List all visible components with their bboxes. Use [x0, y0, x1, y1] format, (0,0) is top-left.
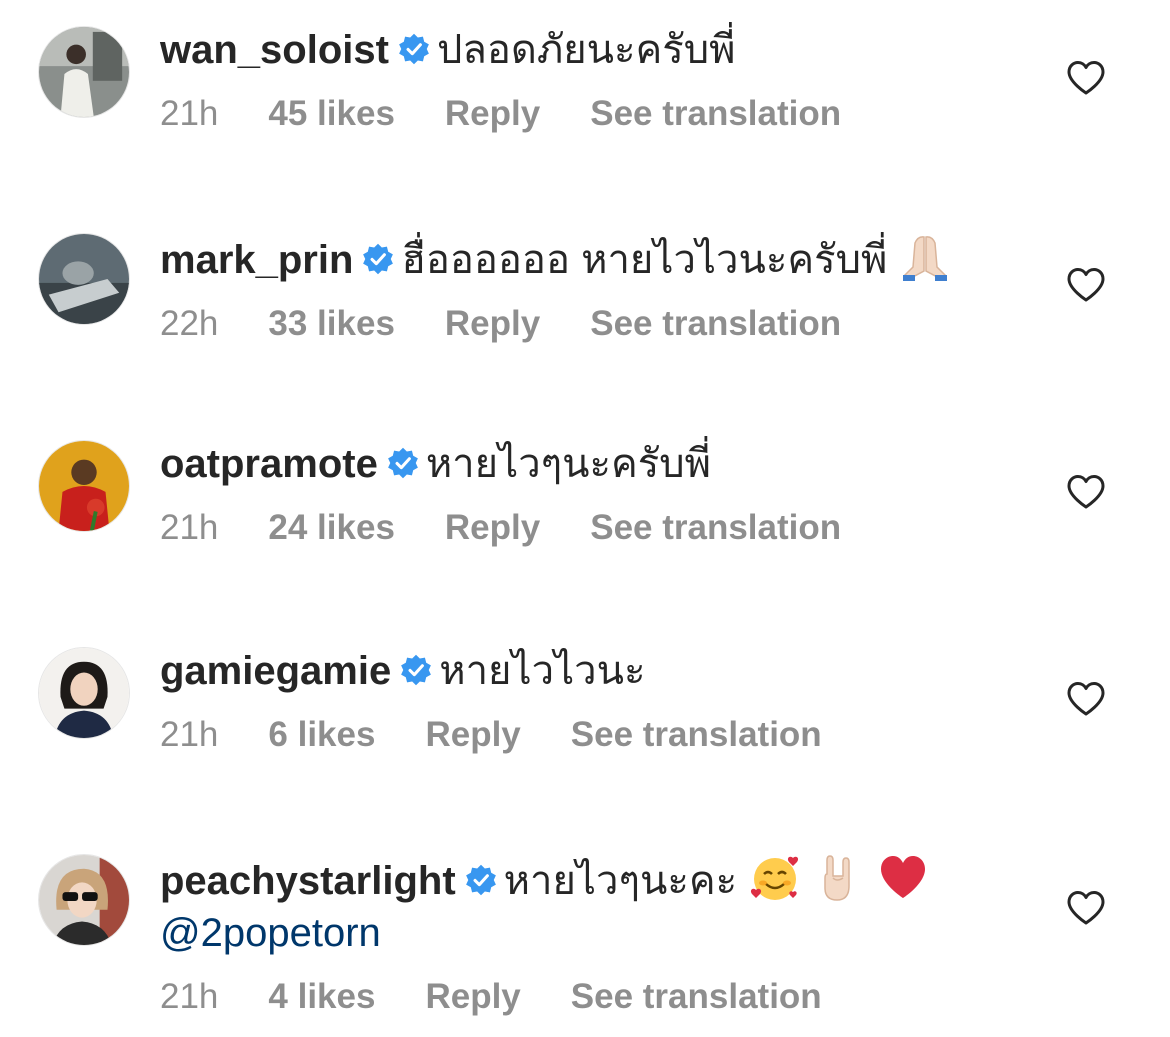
comment-content: mark_prin ฮื่ออออออ หายไวไวนะครับพี่ 22h 3… — [160, 231, 1040, 344]
avatar[interactable] — [38, 440, 130, 532]
sign-of-horns-emoji — [813, 852, 865, 904]
comment-text: ปลอดภัยนะครับพี่ — [436, 28, 736, 72]
username[interactable]: oatpramote — [160, 442, 378, 486]
avatar-image — [39, 234, 129, 324]
avatar[interactable] — [38, 854, 130, 946]
reply-button[interactable]: Reply — [425, 715, 520, 754]
comment-body: oatpramote หายไวๆนะครับพี่ — [160, 438, 1040, 490]
comment-meta: 21h 6 likes Reply See translation — [160, 715, 1040, 755]
mention-link[interactable]: @2popetorn — [160, 907, 1040, 959]
red-heart-emoji — [877, 852, 929, 904]
verified-badge-icon — [464, 863, 498, 897]
timestamp[interactable]: 21h — [160, 977, 218, 1016]
comment-text: หายไวๆนะครับพี่ — [425, 442, 711, 486]
heart-icon[interactable] — [1066, 474, 1106, 510]
timestamp[interactable]: 21h — [160, 715, 218, 754]
avatar-image — [39, 27, 129, 117]
avatar-image — [39, 855, 129, 945]
comment-body: peachystarlight หายไวๆนะคะ @2popetorn — [160, 852, 1040, 959]
reply-button[interactable]: Reply — [425, 977, 520, 1016]
see-translation-button[interactable]: See translation — [571, 977, 822, 1016]
timestamp[interactable]: 21h — [160, 508, 218, 547]
see-translation-button[interactable]: See translation — [571, 715, 822, 754]
avatar[interactable] — [38, 26, 130, 118]
reply-button[interactable]: Reply — [445, 508, 540, 547]
likes-count[interactable]: 6 likes — [268, 715, 375, 754]
likes-count[interactable]: 45 likes — [268, 94, 395, 133]
see-translation-button[interactable]: See translation — [590, 304, 841, 343]
avatar[interactable] — [38, 233, 130, 325]
comment-body: wan_soloist ปลอดภัยนะครับพี่ — [160, 24, 1040, 76]
heart-icon[interactable] — [1066, 890, 1106, 926]
timestamp[interactable]: 22h — [160, 304, 218, 343]
comment-content: peachystarlight หายไวๆนะคะ @2popetorn 21h… — [160, 852, 1040, 1017]
username[interactable]: mark_prin — [160, 238, 353, 282]
verified-badge-icon — [397, 32, 431, 66]
heart-icon[interactable] — [1066, 681, 1106, 717]
avatar-image — [39, 648, 129, 738]
comment-meta: 21h 4 likes Reply See translation — [160, 977, 1040, 1017]
verified-badge-icon — [386, 446, 420, 480]
heart-icon[interactable] — [1066, 267, 1106, 303]
comment-text: หายไวไวนะ — [439, 649, 646, 693]
username[interactable]: peachystarlight — [160, 859, 456, 903]
timestamp[interactable]: 21h — [160, 94, 218, 133]
heart-icon[interactable] — [1066, 60, 1106, 96]
comment-text: หายไวๆนะคะ — [503, 859, 738, 903]
comment-meta: 21h 45 likes Reply See translation — [160, 94, 1040, 134]
username[interactable]: wan_soloist — [160, 28, 389, 72]
folded-hands-emoji — [899, 231, 951, 283]
comment-content: oatpramote หายไวๆนะครับพี่ 21h 24 likes Rep… — [160, 438, 1040, 548]
reply-button[interactable]: Reply — [445, 304, 540, 343]
reply-button[interactable]: Reply — [445, 94, 540, 133]
comment-meta: 21h 24 likes Reply See translation — [160, 508, 1040, 548]
comment-body: mark_prin ฮื่ออออออ หายไวไวนะครับพี่ — [160, 231, 1040, 286]
verified-badge-icon — [361, 242, 395, 276]
avatar[interactable] — [38, 647, 130, 739]
comment-body: gamiegamie หายไวไวนะ — [160, 645, 1040, 697]
comment-content: gamiegamie หายไวไวนะ 21h 6 likes Reply See t… — [160, 645, 1040, 755]
likes-count[interactable]: 33 likes — [268, 304, 395, 343]
avatar-image — [39, 441, 129, 531]
comment-content: wan_soloist ปลอดภัยนะครับพี่ 21h 45 likes R… — [160, 24, 1040, 134]
see-translation-button[interactable]: See translation — [590, 94, 841, 133]
username[interactable]: gamiegamie — [160, 649, 391, 693]
comment-meta: 22h 33 likes Reply See translation — [160, 304, 1040, 344]
see-translation-button[interactable]: See translation — [590, 508, 841, 547]
smiling-face-with-hearts-emoji — [749, 852, 801, 904]
likes-count[interactable]: 4 likes — [268, 977, 375, 1016]
comment-text: ฮื่ออออออ หายไวไวนะครับพี่ — [401, 238, 888, 282]
verified-badge-icon — [399, 653, 433, 687]
likes-count[interactable]: 24 likes — [268, 508, 395, 547]
